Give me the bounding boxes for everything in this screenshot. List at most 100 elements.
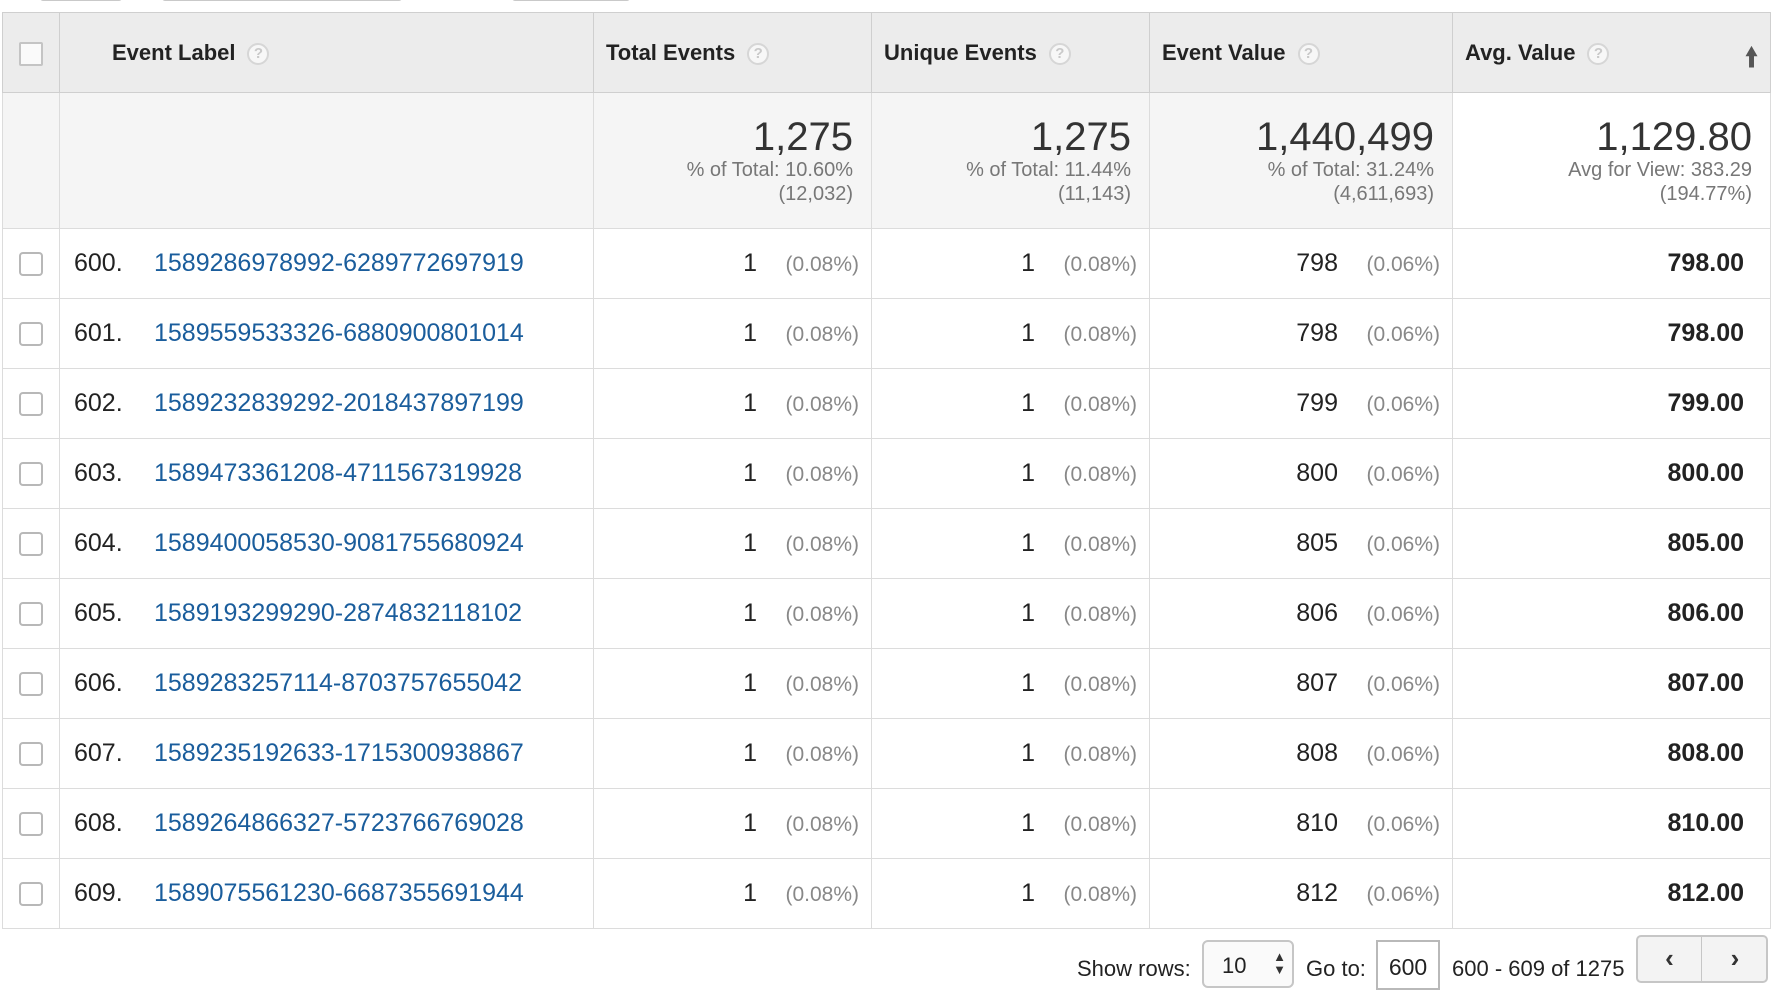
total-percent: % of Total: 11.44%	[966, 158, 1131, 181]
total-events-value: 1	[743, 389, 757, 417]
unique-events-value: 1	[1021, 879, 1035, 907]
total-events-percent: (0.08%)	[785, 323, 859, 346]
total-events-value: 1	[743, 529, 757, 557]
event-label-link[interactable]: 1589473361208-4711567319928	[154, 459, 522, 487]
goto-input[interactable]: 600	[1376, 940, 1440, 990]
column-header-unique-events[interactable]: Unique Events?	[871, 12, 1150, 93]
totals-unique-events: 1,275 % of Total: 11.44% (11,143)	[871, 92, 1150, 229]
event-value-value: 806	[1296, 599, 1338, 627]
help-icon[interactable]: ?	[747, 42, 770, 65]
row-select-cell	[2, 718, 60, 789]
sort-ascending-icon[interactable]: 🠙	[1745, 39, 1758, 83]
total-percent: % of Total: 10.60%	[686, 158, 853, 181]
total-overall: (12,032)	[778, 182, 854, 205]
totals-avg-value: 1,129.80 Avg for View: 383.29 (194.77%)	[1452, 92, 1771, 229]
row-checkbox[interactable]	[19, 812, 43, 837]
event-label-cell: 606. 1589283257114-8703757655042	[59, 648, 594, 719]
unique-events-cell: 1 (0.08%)	[871, 508, 1150, 579]
event-label-cell: 607. 1589235192633-1715300938867	[59, 718, 594, 789]
help-icon[interactable]: ?	[1048, 42, 1071, 65]
row-index: 606.	[74, 669, 123, 697]
event-value-cell: 798 (0.06%)	[1149, 228, 1453, 299]
event-label-link[interactable]: 1589075561230-6687355691944	[154, 879, 524, 907]
unique-events-value: 1	[1021, 249, 1035, 277]
event-value-cell: 808 (0.06%)	[1149, 718, 1453, 789]
column-header-event-label[interactable]: Event Label?	[59, 12, 594, 93]
row-checkbox[interactable]	[19, 672, 43, 697]
unique-events-percent: (0.08%)	[1063, 463, 1137, 486]
total-events-percent: (0.08%)	[785, 813, 859, 836]
totals-event-value: 1,440,499 % of Total: 31.24% (4,611,693)	[1149, 92, 1453, 229]
row-index: 600.	[74, 249, 123, 277]
row-checkbox[interactable]	[19, 392, 43, 417]
select-all-checkbox[interactable]	[19, 41, 43, 66]
help-icon[interactable]: ?	[1297, 42, 1320, 65]
row-checkbox[interactable]	[19, 322, 43, 347]
event-value-percent: (0.06%)	[1366, 813, 1440, 836]
row-select-cell	[2, 578, 60, 649]
select-arrows-icon: ▲ ▼	[1273, 949, 1286, 977]
event-value-value: 812	[1296, 879, 1338, 907]
unique-events-cell: 1 (0.08%)	[871, 858, 1150, 929]
total-percent: % of Total: 31.24%	[1267, 158, 1434, 181]
total-events-percent: (0.08%)	[785, 883, 859, 906]
row-checkbox[interactable]	[19, 532, 43, 557]
help-icon[interactable]: ?	[247, 42, 270, 65]
row-select-cell	[2, 508, 60, 579]
event-value-percent: (0.06%)	[1366, 603, 1440, 626]
table-row: 603. 1589473361208-4711567319928 1 (0.08%)…	[2, 438, 1771, 509]
total-events-cell: 1 (0.08%)	[593, 438, 872, 509]
event-label-cell: 600. 1589286978992-6289772697919	[59, 228, 594, 299]
table-row: 602. 1589232839292-2018437897199 1 (0.08%)…	[2, 368, 1771, 439]
event-label-link[interactable]: 1589400058530-9081755680924	[154, 529, 524, 557]
previous-page-button[interactable]: ‹	[1638, 937, 1702, 981]
row-index: 604.	[74, 529, 123, 557]
total-events-percent: (0.08%)	[785, 743, 859, 766]
column-header-event-value[interactable]: Event Value?	[1149, 12, 1453, 93]
row-index: 601.	[74, 319, 123, 347]
event-value-cell: 806 (0.06%)	[1149, 578, 1453, 649]
event-label-link[interactable]: 1589264866327-5723766769028	[154, 809, 524, 837]
unique-events-percent: (0.08%)	[1063, 603, 1137, 626]
event-label-link[interactable]: 1589235192633-1715300938867	[154, 739, 524, 767]
row-checkbox[interactable]	[19, 742, 43, 767]
unique-events-percent: (0.08%)	[1063, 883, 1137, 906]
page-range-text: 600 - 609 of 1275	[1452, 956, 1625, 981]
event-label-link[interactable]: 1589283257114-8703757655042	[154, 669, 522, 697]
help-icon[interactable]: ?	[1587, 42, 1610, 65]
row-checkbox[interactable]	[19, 462, 43, 487]
column-header-avg-value[interactable]: Avg. Value? 🠙	[1452, 12, 1771, 93]
total-events-value: 1	[743, 809, 757, 837]
column-header-total-events[interactable]: Total Events?	[593, 12, 872, 93]
total-events-percent: (0.08%)	[785, 393, 859, 416]
unique-events-cell: 1 (0.08%)	[871, 438, 1150, 509]
table-row: 606. 1589283257114-8703757655042 1 (0.08%)…	[2, 648, 1771, 719]
table-row: 605. 1589193299290-2874832118102 1 (0.08%)…	[2, 578, 1771, 649]
next-page-button[interactable]: ›	[1703, 937, 1767, 981]
row-checkbox[interactable]	[19, 882, 43, 907]
total-avg-for-view: Avg for View: 383.29	[1568, 158, 1752, 181]
total-events-cell: 1 (0.08%)	[593, 508, 872, 579]
event-report-table: Event Label? Total Events? Unique Events…	[2, 12, 1771, 929]
total-events-percent: (0.08%)	[785, 603, 859, 626]
toolbar-control-stub[interactable]	[40, 0, 122, 1]
row-index: 607.	[74, 739, 123, 767]
avg-value-cell: 805.00	[1452, 508, 1771, 579]
total-value: 1,129.80	[1596, 114, 1752, 159]
total-value: 1,440,499	[1256, 114, 1434, 159]
chevron-right-icon: ›	[1730, 943, 1740, 973]
table-row: 608. 1589264866327-5723766769028 1 (0.08%)…	[2, 788, 1771, 859]
row-select-cell	[2, 368, 60, 439]
event-label-link[interactable]: 1589286978992-6289772697919	[154, 249, 524, 277]
column-header-label: Unique Events	[884, 39, 1037, 65]
event-label-link[interactable]: 1589232839292-2018437897199	[154, 389, 524, 417]
event-label-link[interactable]: 1589193299290-2874832118102	[154, 599, 522, 627]
show-rows-select[interactable]: 10 ▲ ▼	[1202, 940, 1294, 988]
row-checkbox[interactable]	[19, 602, 43, 627]
event-label-link[interactable]: 1589559533326-6880900801014	[154, 319, 524, 347]
row-checkbox[interactable]	[19, 252, 43, 277]
page-nav-group: ‹ ›	[1636, 935, 1768, 983]
total-events-cell: 1 (0.08%)	[593, 298, 872, 369]
toolbar-control-stub[interactable]	[512, 0, 630, 1]
toolbar-control-stub[interactable]	[162, 0, 402, 1]
